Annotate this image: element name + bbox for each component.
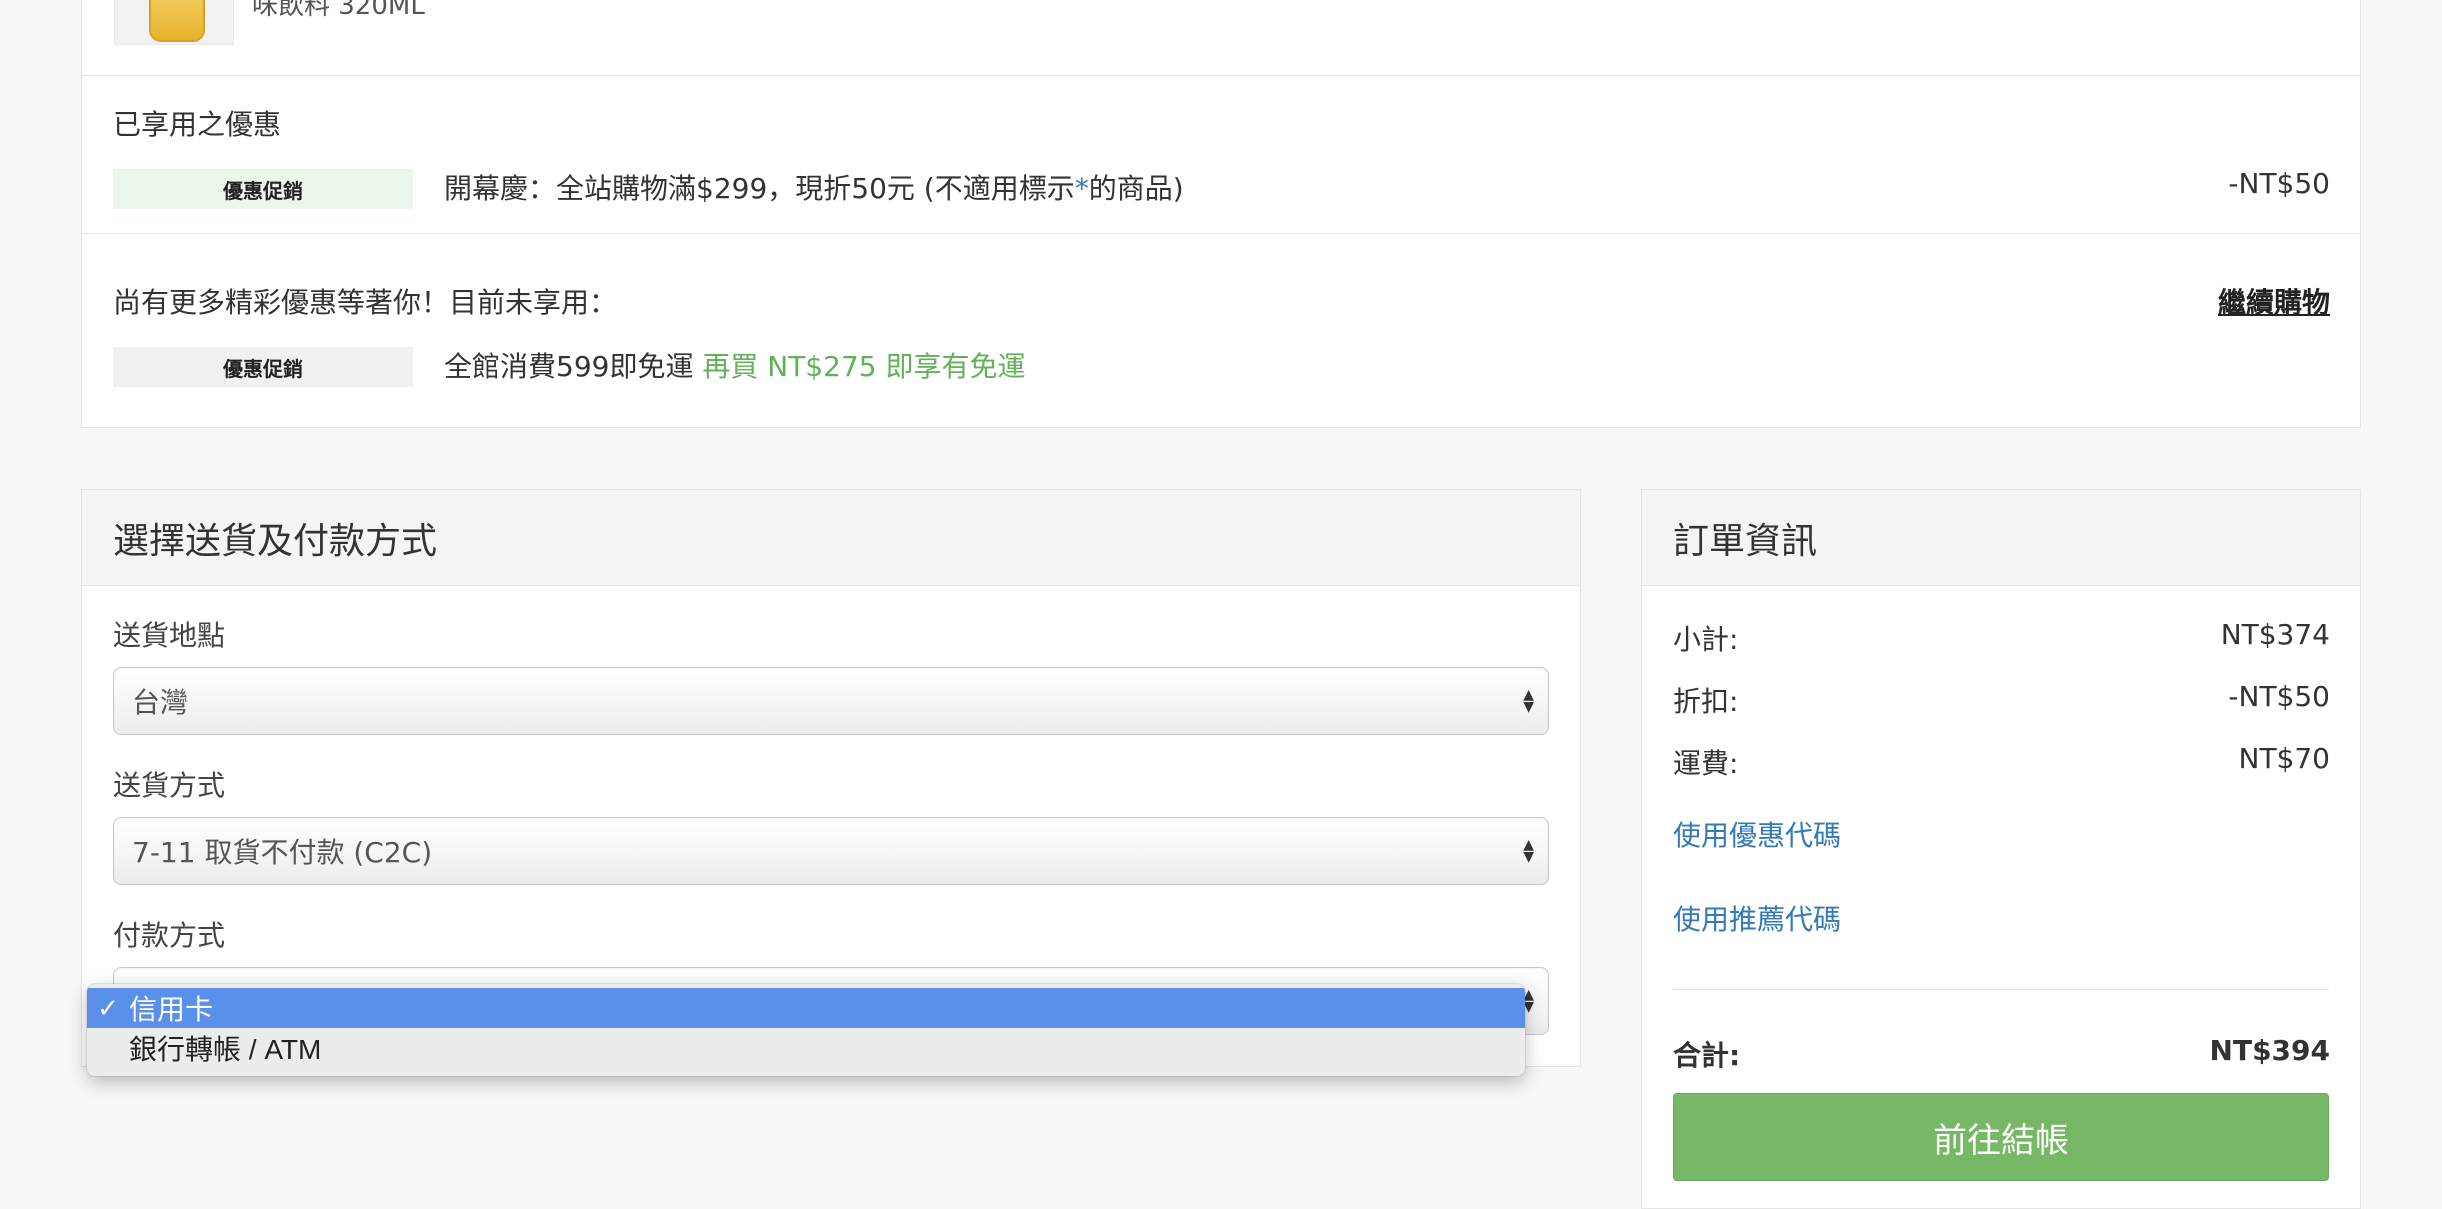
subtotal-label: 小計: — [1673, 623, 1739, 656]
excluded-marker: * — [1074, 172, 1089, 205]
divider — [82, 75, 2360, 76]
payment-option-credit-card[interactable]: ✓ 信用卡 — [87, 988, 1525, 1028]
unused-promo-description: 全館消費599即免運 再買 NT$275 即享有免運 — [444, 350, 1026, 383]
applied-promo-badge: 優惠促銷 — [113, 169, 413, 209]
select-arrows-icon: ▲ ▼ — [1523, 837, 1534, 865]
payment-method-label: 付款方式 — [113, 919, 226, 952]
payment-option-label: 信用卡 — [129, 994, 214, 1025]
payment-method-dropdown[interactable]: ✓ 信用卡 銀行轉帳 / ATM — [87, 984, 1525, 1076]
divider — [82, 233, 2360, 234]
product-name: 味飲料 320ML — [252, 0, 425, 21]
free-shipping-hint: 再買 NT$275 即享有免運 — [702, 350, 1026, 383]
unused-promo-badge: 優惠促銷 — [113, 347, 413, 387]
order-summary-header: 訂單資訊 — [1642, 490, 2360, 586]
shipping-location-select[interactable]: 台灣 ▲ ▼ — [113, 667, 1549, 735]
total-label: 合計: — [1673, 1039, 1741, 1072]
total-value: NT$394 — [2209, 1034, 2330, 1067]
use-referral-code-link[interactable]: 使用推薦代碼 — [1673, 898, 1841, 938]
payment-option-bank-transfer[interactable]: 銀行轉帳 / ATM — [87, 1028, 1525, 1068]
product-bottle-image — [149, 0, 205, 42]
discount-label: 折扣: — [1673, 685, 1739, 718]
shipping-fee-value: NT$70 — [2238, 742, 2331, 775]
shipping-method-select[interactable]: 7-11 取貨不付款 (C2C) ▲ ▼ — [113, 817, 1549, 885]
product-thumbnail[interactable] — [114, 0, 234, 45]
continue-shopping-link[interactable]: 繼續購物 — [2218, 281, 2330, 321]
shipping-fee-label: 運費: — [1673, 747, 1739, 780]
unused-promotions-title: 尚有更多精彩優惠等著你！目前未享用： — [113, 286, 618, 319]
checkout-button[interactable]: 前往結帳 — [1673, 1093, 2329, 1181]
order-summary-panel: 訂單資訊 小計: NT$374 折扣: -NT$50 運費: NT$70 使用優… — [1641, 489, 2361, 1209]
shipping-payment-panel: 選擇送貨及付款方式 送貨地點 台灣 ▲ ▼ 送貨方式 7-11 取貨不付款 (C2… — [81, 489, 1581, 1067]
shipping-location-label: 送貨地點 — [113, 619, 226, 652]
payment-option-label: 銀行轉帳 / ATM — [129, 1034, 322, 1065]
select-arrows-icon: ▲ ▼ — [1523, 687, 1534, 715]
discount-value: -NT$50 — [2228, 680, 2330, 713]
shipping-location-value: 台灣 — [132, 686, 189, 719]
shipping-method-value: 7-11 取貨不付款 (C2C) — [132, 836, 433, 869]
shipping-payment-header: 選擇送貨及付款方式 — [82, 490, 1580, 586]
cart-promotions-card: 味飲料 320ML 已享用之優惠 優惠促銷 開幕慶：全站購物滿$299，現折50… — [81, 0, 2361, 428]
divider — [1673, 989, 2329, 990]
applied-promotions-title: 已享用之優惠 — [113, 108, 282, 141]
applied-promo-amount: -NT$50 — [2228, 167, 2330, 200]
use-coupon-code-link[interactable]: 使用優惠代碼 — [1673, 814, 1841, 854]
subtotal-value: NT$374 — [2220, 618, 2330, 651]
applied-promo-description: 開幕慶：全站購物滿$299，現折50元 (不適用標示*的商品) — [444, 172, 1184, 205]
check-icon: ✓ — [97, 992, 119, 1023]
shipping-method-label: 送貨方式 — [113, 769, 226, 802]
